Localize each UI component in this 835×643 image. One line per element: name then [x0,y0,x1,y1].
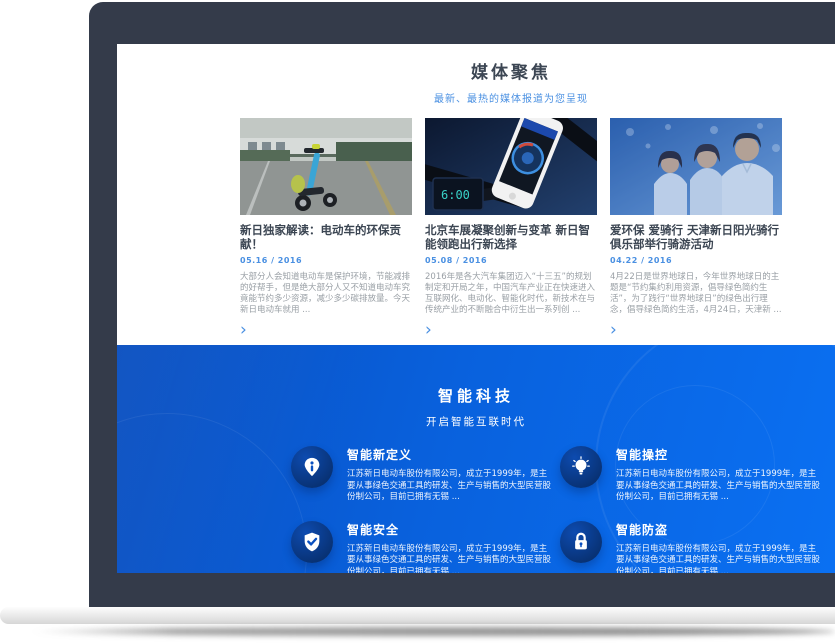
laptop-shadow [30,627,835,636]
media-section-title: 媒体聚焦 [240,44,782,83]
news-card-title: 北京车展凝聚创新与变革 新日智能领跑出行新选择 [425,223,597,251]
news-card[interactable]: 6:00 北京车展凝聚创新与变革 新日智能领跑出行新选择 05.08 / 201… [425,118,597,338]
website-screen: 媒体聚焦 最新、最热的媒体报道为您呈现 [117,44,835,573]
feature-title: 智能操控 [616,446,824,463]
feature-grid: 智能新定义 江苏新日电动车股份有限公司，成立于1999年，是主要从事绿色交通工具… [291,446,811,573]
cycling-club-team-photo[interactable] [610,118,782,215]
card-arrow-icon[interactable]: › [610,322,626,338]
media-focus-section: 媒体聚焦 最新、最热的媒体报道为您呈现 [117,44,835,345]
news-card-excerpt: 大部分人会知道电动车是保护环境，节能减排的好帮手，但是绝大部分人又不知道电动车究… [240,272,412,316]
feature-description: 江苏新日电动车股份有限公司，成立于1999年，是主要从事绿色交通工具的研发、生产… [347,469,555,504]
news-card-row: 新日独家解读：电动车的环保贡献！ 05.16 / 2016 大部分人会知道电动车… [240,118,782,338]
card-arrow-icon[interactable]: › [240,322,256,338]
smartphone-handlebar-photo[interactable]: 6:00 [425,118,597,215]
feature-title: 智能防盗 [616,521,824,538]
news-card[interactable]: 爱环保 爱骑行 天津新日阳光骑行俱乐部举行骑游活动 04.22 / 2016 4… [610,118,782,338]
news-card-excerpt: 4月22日是世界地球日，今年世界地球日的主题是“节约集约利用资源，倡导绿色简约生… [610,272,782,316]
news-card-date: 04.22 / 2016 [610,256,782,265]
feature-description: 江苏新日电动车股份有限公司，成立于1999年，是主要从事绿色交通工具的研发、生产… [616,544,824,574]
feature-smart-safety: 智能安全 江苏新日电动车股份有限公司，成立于1999年，是主要从事绿色交通工具的… [291,521,560,574]
bulb-icon [560,446,602,488]
info-pin-icon [291,446,333,488]
feature-anti-theft: 智能防盗 江苏新日电动车股份有限公司，成立于1999年，是主要从事绿色交通工具的… [560,521,805,574]
shield-check-icon [291,521,333,563]
smart-section-title: 智能科技 [117,385,835,406]
feature-description: 江苏新日电动车股份有限公司，成立于1999年，是主要从事绿色交通工具的研发、生产… [616,469,824,504]
laptop-base [0,607,835,624]
news-card-title: 新日独家解读：电动车的环保贡献！ [240,223,412,251]
news-card-date: 05.16 / 2016 [240,256,412,265]
news-card-title: 爱环保 爱骑行 天津新日阳光骑行俱乐部举行骑游活动 [610,223,782,251]
feature-description: 江苏新日电动车股份有限公司，成立于1999年，是主要从事绿色交通工具的研发、生产… [347,544,555,574]
feature-smart-control: 智能操控 江苏新日电动车股份有限公司，成立于1999年，是主要从事绿色交通工具的… [560,446,805,504]
svg-text:6:00: 6:00 [441,188,470,202]
smart-section-subtitle: 开启智能互联时代 [117,414,835,429]
page: 媒体聚焦 最新、最热的媒体报道为您呈现 [0,0,835,643]
news-card-date: 05.08 / 2016 [425,256,597,265]
feature-title: 智能安全 [347,521,555,538]
card-arrow-icon[interactable]: › [425,322,441,338]
news-card-excerpt: 2016年是各大汽车集团迈入“十三五”的规划制定和开局之年，中国汽车产业正在快速… [425,272,597,316]
smart-tech-section: 智能科技 开启智能互联时代 智能新定义 江苏新日电动车股份有限公司，成立于19 [117,345,835,573]
media-section-subtitle: 最新、最热的媒体报道为您呈现 [240,90,782,105]
news-card[interactable]: 新日独家解读：电动车的环保贡献！ 05.16 / 2016 大部分人会知道电动车… [240,118,412,338]
feature-smart-definition: 智能新定义 江苏新日电动车股份有限公司，成立于1999年，是主要从事绿色交通工具… [291,446,560,504]
scooter-road-photo[interactable] [240,118,412,215]
lock-icon [560,521,602,563]
feature-title: 智能新定义 [347,446,555,463]
